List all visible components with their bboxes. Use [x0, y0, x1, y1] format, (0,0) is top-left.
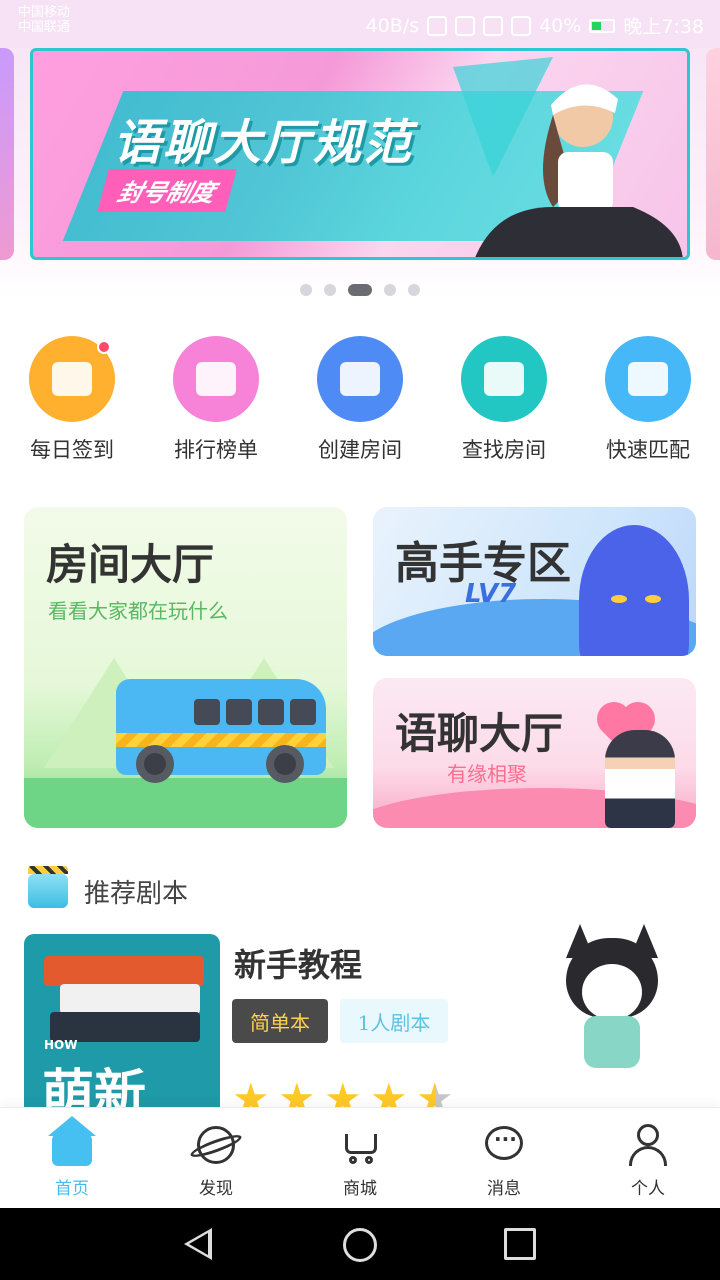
card-title: 房间大厅 [46, 540, 215, 589]
level-badge: LV7 [465, 579, 517, 609]
couple-illustration [605, 730, 675, 828]
expert-zone-card[interactable]: 高手专区 LV7 [373, 507, 696, 656]
action-label: 排行榜单 [174, 438, 258, 462]
bottom-tab-bar: 首页 发现 商城 消息 个人 [0, 1107, 720, 1208]
carousel-dot[interactable] [300, 284, 312, 296]
banner-peek-previous[interactable] [0, 48, 14, 260]
voice-hall-card[interactable]: 语聊大厅 有缘相聚 [373, 678, 696, 828]
recent-apps-icon[interactable] [504, 1228, 536, 1260]
tab-label: 发现 [199, 1179, 233, 1199]
mute-icon [455, 15, 476, 36]
door-icon [461, 336, 547, 422]
chat-icon [481, 1124, 527, 1166]
difficulty-tag: 简单本 [232, 999, 328, 1043]
bus-wheel [136, 745, 174, 783]
notification-dot [97, 340, 111, 354]
player-count-tag: 1人剧本 [340, 999, 448, 1043]
trophy-icon [173, 336, 259, 422]
clapperboard-icon [317, 336, 403, 422]
action-label: 每日签到 [30, 438, 114, 462]
husky-mascot [560, 924, 664, 1074]
tab-label: 首页 [55, 1179, 89, 1199]
person-icon [625, 1124, 671, 1166]
tab-home[interactable]: 首页 [22, 1116, 122, 1199]
alarm-icon [483, 15, 504, 36]
action-daily-checkin[interactable]: 每日签到 [12, 336, 132, 464]
tab-label: 个人 [631, 1179, 665, 1199]
action-quick-match[interactable]: 快速匹配 [588, 336, 708, 464]
clapperboard-icon [28, 866, 68, 908]
carousel-dot[interactable] [324, 284, 336, 296]
carousel-dot[interactable] [348, 284, 372, 296]
clock: 晚上7:38 [623, 16, 704, 38]
tab-label: 商城 [343, 1179, 377, 1199]
banner-illustration [453, 57, 683, 257]
banner-carousel[interactable]: 语聊大厅规范 封号制度 [30, 48, 690, 260]
carousel-dot[interactable] [408, 284, 420, 296]
system-nav-bar [0, 1208, 720, 1280]
card-title: 语聊大厅 [395, 709, 564, 758]
action-find-room[interactable]: 查找房间 [444, 336, 564, 464]
grid-icon [605, 336, 691, 422]
carousel-dots [0, 284, 720, 296]
bus-wheel [266, 745, 304, 783]
battery-icon [589, 18, 616, 33]
card-subtitle: 看看大家都在玩什么 [48, 599, 228, 623]
tab-profile[interactable]: 个人 [598, 1124, 698, 1199]
action-label: 创建房间 [318, 438, 402, 462]
book-decoration [44, 956, 204, 986]
recommend-section-header: 推荐剧本 [28, 866, 188, 916]
tab-discover[interactable]: 发现 [166, 1124, 266, 1199]
tab-label: 消息 [487, 1179, 521, 1199]
action-label: 快速匹配 [606, 438, 690, 462]
network-speed: 40B/s [365, 14, 420, 37]
signal-icon [511, 15, 532, 36]
carrier-1: 中国移动 [18, 5, 71, 20]
planet-icon [188, 1124, 244, 1166]
status-indicators: 40B/s 40% 晚上7:38 [366, 12, 704, 39]
carrier-info: 中国移动 中国联通 [18, 5, 70, 35]
section-title: 推荐剧本 [84, 878, 189, 909]
carousel-dot[interactable] [384, 284, 396, 296]
quick-actions: 每日签到 排行榜单 创建房间 查找房间 快速匹配 [0, 336, 720, 466]
banner-title: 语聊大厅规范 [113, 115, 414, 171]
script-title[interactable]: 新手教程 [234, 940, 362, 986]
ground-decoration [24, 778, 347, 828]
banner-peek-next[interactable] [706, 48, 720, 260]
cart-icon [337, 1124, 383, 1166]
cover-caption: HOW [44, 1038, 78, 1052]
location-icon [427, 15, 448, 36]
home-circle-icon[interactable] [343, 1228, 377, 1262]
script-cover-image[interactable]: HOW 萌新 [24, 934, 220, 1134]
banner-subtitle: 封号制度 [97, 169, 237, 212]
action-create-room[interactable]: 创建房间 [300, 336, 420, 464]
back-icon[interactable] [184, 1228, 212, 1260]
action-label: 查找房间 [462, 438, 546, 462]
tab-shop[interactable]: 商城 [310, 1124, 410, 1199]
calendar-icon [29, 336, 115, 422]
card-subtitle: 有缘相聚 [447, 762, 527, 786]
monster-illustration [579, 525, 689, 656]
tab-messages[interactable]: 消息 [454, 1124, 554, 1199]
carrier-2: 中国联通 [18, 20, 71, 35]
monster-eye [645, 595, 661, 603]
status-bar: 中国移动 中国联通 40B/s 40% 晚上7:38 [0, 0, 720, 48]
room-hall-card[interactable]: 房间大厅 看看大家都在玩什么 [24, 507, 347, 828]
action-leaderboard[interactable]: 排行榜单 [156, 336, 276, 464]
home-icon [48, 1116, 96, 1166]
monster-eye [611, 595, 627, 603]
book-decoration [60, 984, 200, 1014]
battery-percent: 40% [539, 14, 582, 37]
